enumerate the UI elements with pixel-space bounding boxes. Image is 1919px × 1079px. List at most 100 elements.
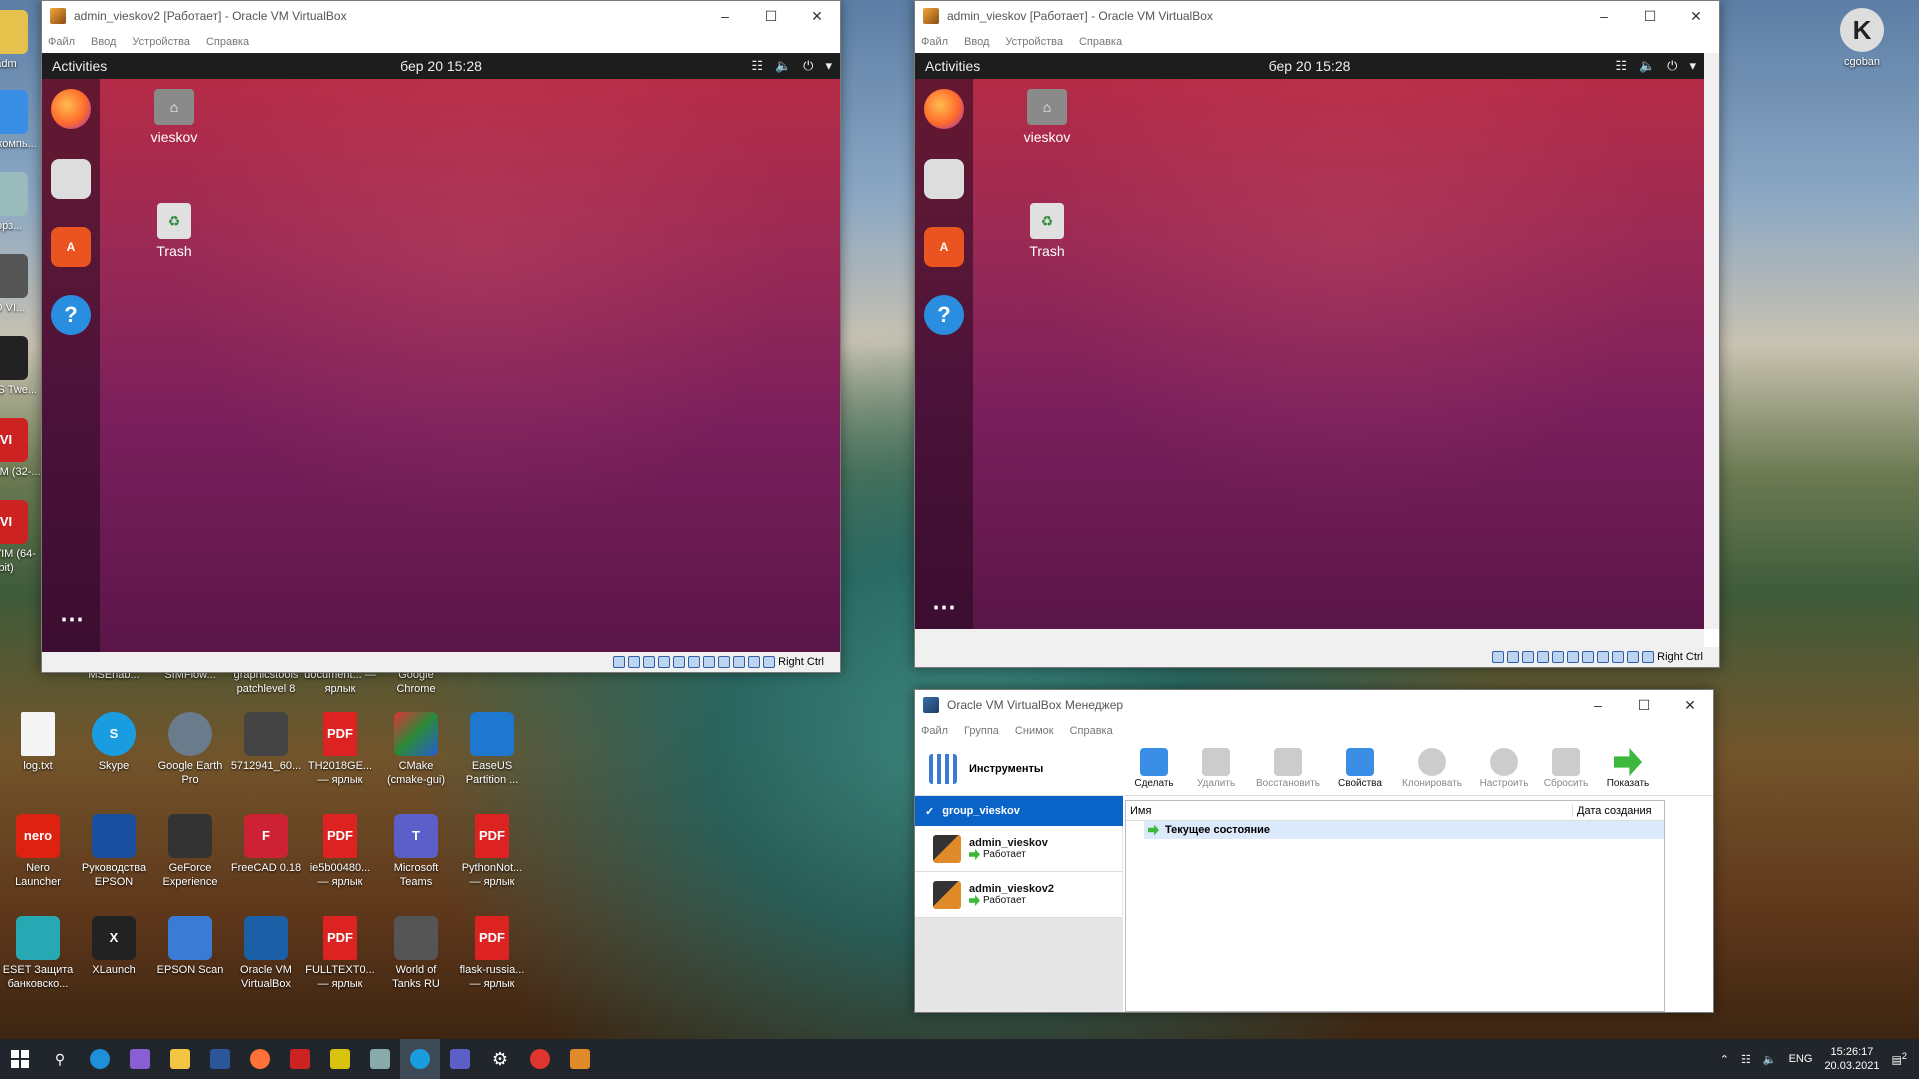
shared-folder-icon[interactable] xyxy=(688,656,701,668)
take-snapshot-button[interactable]: Сделать xyxy=(1131,748,1177,789)
help-icon[interactable]: ? xyxy=(51,295,91,335)
hdd-icon[interactable] xyxy=(613,656,626,668)
taskbar-firefox[interactable] xyxy=(240,1039,280,1079)
taskbar-skype[interactable] xyxy=(400,1039,440,1079)
system-tray[interactable]: ☷ 🔈 ⏻ ▾ xyxy=(1615,58,1696,74)
clock[interactable]: бер 20 15:28 xyxy=(915,58,1704,74)
window-titlebar[interactable]: Oracle VM VirtualBox Менеджер – ☐ ✕ xyxy=(915,690,1713,720)
desktop-icon-xlaunch[interactable]: X XLaunch xyxy=(78,916,150,977)
recording-icon[interactable] xyxy=(718,656,731,668)
keyboard-icon[interactable] xyxy=(1642,651,1655,663)
desktop-icon-admin[interactable]: adm xyxy=(0,10,42,71)
help-icon[interactable]: ? xyxy=(924,295,964,335)
window-titlebar[interactable]: admin_vieskov2 [Работает] - Oracle VM Vi… xyxy=(42,1,840,31)
snapshot-table[interactable]: Имя Дата создания Текущее состояние xyxy=(1125,800,1665,1012)
desktop-icon-tcvim64[interactable]: VI TC VIM (64-bit) xyxy=(0,500,42,575)
taskbar-visual-studio[interactable] xyxy=(120,1039,160,1079)
notifications-button[interactable]: ▤2 xyxy=(1892,1051,1908,1067)
menu-file[interactable]: Файл xyxy=(48,34,75,50)
menu-group[interactable]: Группа xyxy=(964,723,999,739)
desktop-trash[interactable]: ♻ Trash xyxy=(1015,203,1079,259)
menu-devices[interactable]: Устройства xyxy=(132,34,190,50)
cpu-icon[interactable] xyxy=(1612,651,1625,663)
minimize-button[interactable]: – xyxy=(702,1,748,31)
desktop-icon-skype[interactable]: S Skype xyxy=(78,712,150,773)
vm-group[interactable]: ✓ group_vieskov xyxy=(915,796,1123,826)
close-button[interactable]: ✕ xyxy=(1667,690,1713,720)
show-apps-icon[interactable]: ⋯ xyxy=(51,599,91,639)
desktop-icon-teams[interactable]: T Microsoft Teams xyxy=(380,814,452,889)
virtualbox-manager-window[interactable]: Oracle VM VirtualBox Менеджер – ☐ ✕ Файл… xyxy=(914,689,1714,1013)
maximize-button[interactable]: ☐ xyxy=(748,1,794,31)
vertical-scrollbar[interactable] xyxy=(1704,53,1719,629)
desktop-home-folder[interactable]: ⌂ vieskov xyxy=(1015,89,1079,145)
column-date[interactable]: Дата создания xyxy=(1572,804,1664,817)
recording-icon[interactable] xyxy=(1597,651,1610,663)
software-icon[interactable]: A xyxy=(924,227,964,267)
volume-icon[interactable]: 🔈 xyxy=(1763,1053,1777,1066)
desktop-icon-fulltext[interactable]: PDF FULLTEXT0... — ярлык xyxy=(304,916,376,991)
vm-list-item[interactable]: admin_vieskov Работает xyxy=(915,826,1122,872)
desktop-icon-cmake[interactable]: CMake (cmake-gui) xyxy=(380,712,452,787)
taskbar-teams[interactable] xyxy=(440,1039,480,1079)
keyboard-icon[interactable] xyxy=(763,656,776,668)
column-name[interactable]: Имя xyxy=(1126,805,1572,817)
menu-help[interactable]: Справка xyxy=(206,34,249,50)
tools-item[interactable]: Инструменты xyxy=(915,742,1123,796)
menu-file[interactable]: Файл xyxy=(921,34,948,50)
chevron-up-icon[interactable]: ⌃ xyxy=(1720,1053,1729,1066)
guest-screen[interactable]: Activities бер 20 15:28 ☷ 🔈 ⏻ ▾ A ? ⋯ ⌂ vies… xyxy=(915,53,1704,629)
minimize-button[interactable]: – xyxy=(1581,1,1627,31)
search-button[interactable]: ⚲ xyxy=(40,1039,80,1079)
clock[interactable]: бер 20 15:28 xyxy=(42,58,840,74)
taskbar-virtualbox[interactable] xyxy=(360,1039,400,1079)
desktop-icon-epson-scan[interactable]: EPSON Scan xyxy=(154,916,226,977)
taskbar-torrent[interactable] xyxy=(320,1039,360,1079)
mouse-integration-icon[interactable] xyxy=(1627,651,1640,663)
hdd-icon[interactable] xyxy=(1492,651,1505,663)
table-row[interactable]: Текущее состояние xyxy=(1144,821,1664,839)
desktop-icon-wot[interactable]: World of Tanks RU xyxy=(380,916,452,991)
window-titlebar[interactable]: admin_vieskov [Работает] - Oracle VM Vir… xyxy=(915,1,1719,31)
software-icon[interactable]: A xyxy=(51,227,91,267)
taskbar-vm-running[interactable] xyxy=(560,1039,600,1079)
horizontal-scrollbar[interactable] xyxy=(915,629,1704,647)
cpu-icon[interactable] xyxy=(733,656,746,668)
desktop-icon-nero[interactable]: nero Nero Launcher xyxy=(2,814,74,889)
display-icon[interactable] xyxy=(1582,651,1595,663)
desktop-icon-google-earth[interactable]: Google Earth Pro xyxy=(154,712,226,787)
menu-input[interactable]: Ввод xyxy=(91,34,116,50)
restore-snapshot-button[interactable]: Восстановить xyxy=(1255,748,1321,789)
optical-icon[interactable] xyxy=(628,656,641,668)
desktop-icon-this-pc[interactable]: Это компь... xyxy=(0,90,42,151)
desktop-icon-flask[interactable]: PDF flask-russia... — ярлык xyxy=(456,916,528,991)
display-icon[interactable] xyxy=(703,656,716,668)
desktop-icon-log[interactable]: log.txt xyxy=(2,712,74,773)
desktop-icon-hd-video[interactable]: HD VI... xyxy=(0,254,42,315)
audio-icon[interactable] xyxy=(1522,651,1535,663)
desktop-icon-ie5b[interactable]: PDF ie5b00480... — ярлык xyxy=(304,814,376,889)
close-button[interactable]: ✕ xyxy=(1673,1,1719,31)
close-button[interactable]: ✕ xyxy=(794,1,840,31)
properties-button[interactable]: Свойства xyxy=(1337,748,1383,789)
files-icon[interactable] xyxy=(924,159,964,199)
desktop-icon-tcvim32[interactable]: VI TC VIM (32-... xyxy=(0,418,42,479)
desktop-icon-eset[interactable]: ESET Защита банковско... xyxy=(2,916,74,991)
audio-icon[interactable] xyxy=(643,656,656,668)
usb-icon[interactable] xyxy=(1552,651,1565,663)
desktop-icon-geforce[interactable]: GeForce Experience xyxy=(154,814,226,889)
menu-snapshot[interactable]: Снимок xyxy=(1015,723,1054,739)
ubuntu-desktop[interactable]: A ? ⋯ ⌂ vieskov ♻ Trash xyxy=(915,79,1704,629)
desktop-icon-pythonnot[interactable]: PDF PythonNot... — ярлык xyxy=(456,814,528,889)
ubuntu-desktop[interactable]: A ? ⋯ ⌂ vieskov ♻ Trash xyxy=(42,79,840,654)
taskbar-opera[interactable] xyxy=(520,1039,560,1079)
desktop-icon-5712941[interactable]: 5712941_60... xyxy=(230,712,302,773)
show-button[interactable]: Показать xyxy=(1605,748,1651,789)
desktop-trash[interactable]: ♻ Trash xyxy=(142,203,206,259)
menu-help[interactable]: Справка xyxy=(1070,723,1113,739)
delete-snapshot-button[interactable]: Удалить xyxy=(1193,748,1239,789)
firefox-icon[interactable] xyxy=(51,89,91,129)
menu-file[interactable]: Файл xyxy=(921,723,948,739)
maximize-button[interactable]: ☐ xyxy=(1627,1,1673,31)
files-icon[interactable] xyxy=(51,159,91,199)
